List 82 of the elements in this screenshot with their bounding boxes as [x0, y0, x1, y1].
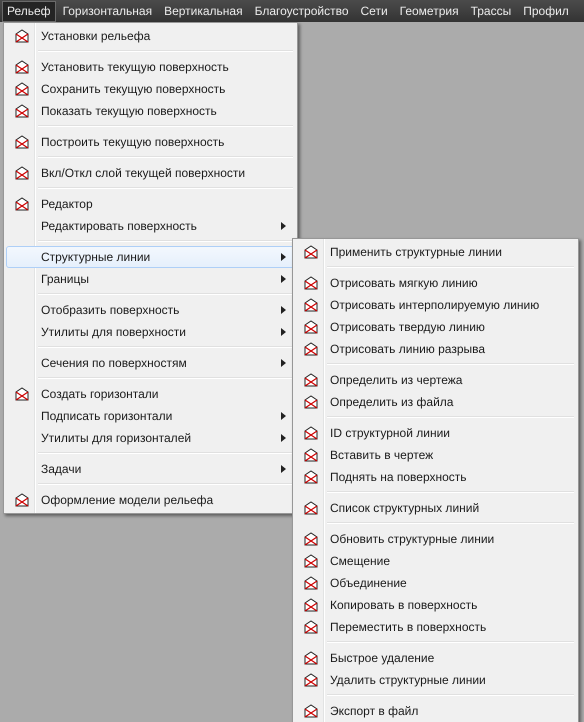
menu-bar-item[interactable]: Сети [356, 0, 393, 22]
surface-icon [14, 165, 30, 181]
menu-item[interactable]: Список структурных линий [295, 497, 576, 519]
surface-icon [303, 341, 319, 357]
surface-icon [303, 672, 319, 688]
menu-bar-item[interactable]: Геометрия [394, 0, 464, 22]
surface-icon [303, 500, 319, 516]
surface-icon [303, 297, 319, 313]
menu-item[interactable]: Редактировать поверхность [6, 215, 295, 237]
surface-icon [14, 134, 30, 150]
surface-icon [303, 447, 319, 463]
surface-icon [303, 650, 319, 666]
surface-icon [303, 575, 319, 591]
surface-icon [303, 703, 319, 719]
surface-icon [14, 103, 30, 119]
surface-icon [14, 59, 30, 75]
menu-item[interactable]: Применить структурные линии [295, 241, 576, 263]
menu-item[interactable]: Сечения по поверхностям [6, 352, 295, 374]
surface-icon [303, 553, 319, 569]
menu-item[interactable]: Отобразить поверхность [6, 299, 295, 321]
surface-icon [303, 319, 319, 335]
surface-icon [14, 196, 30, 212]
menu-item[interactable]: Подписать горизонтали [6, 405, 295, 427]
menu-item[interactable]: Отрисовать интерполируемую линию [295, 294, 576, 316]
menu-item[interactable]: Построить текущую поверхность [6, 131, 295, 153]
menu-item[interactable]: Утилиты для горизонталей [6, 427, 295, 449]
caret-icon [281, 275, 286, 283]
menu-bar-item[interactable]: Трассы [466, 0, 516, 22]
menu-item[interactable]: Утилиты для поверхности [6, 321, 295, 343]
menu-item[interactable]: Вкл/Откл слой текущей поверхности [6, 162, 295, 184]
surface-icon [14, 492, 30, 508]
menu-bar-item[interactable]: Профил [518, 0, 574, 22]
surface-icon [303, 244, 319, 260]
menu-bar-item[interactable]: Вертикальная [159, 0, 248, 22]
menu-item[interactable]: Копировать в поверхность [295, 594, 576, 616]
caret-icon [281, 465, 286, 473]
menu-item[interactable]: Определить из файла [295, 391, 576, 413]
menu-item[interactable]: Отрисовать линию разрыва [295, 338, 576, 360]
menu-item[interactable]: Границы [6, 268, 295, 290]
menu-item[interactable]: Отрисовать мягкую линию [295, 272, 576, 294]
caret-icon [281, 412, 286, 420]
surface-icon [14, 386, 30, 402]
menu-item[interactable]: Создать горизонтали [6, 383, 295, 405]
menu-item[interactable]: Обновить структурные линии [295, 528, 576, 550]
menu-item[interactable]: Структурные линии [6, 246, 295, 268]
surface-icon [303, 619, 319, 635]
caret-icon [281, 222, 286, 230]
menu-item[interactable]: Удалить структурные линии [295, 669, 576, 691]
caret-icon [281, 359, 286, 367]
caret-icon [281, 253, 286, 261]
menu-item[interactable]: Показать текущую поверхность [6, 100, 295, 122]
menu-item[interactable]: Определить из чертежа [295, 369, 576, 391]
menu-bar-item[interactable]: Благоустройство [250, 0, 354, 22]
surface-icon [14, 28, 30, 44]
menu-item[interactable]: Вставить в чертеж [295, 444, 576, 466]
surface-icon [303, 372, 319, 388]
caret-icon [281, 434, 286, 442]
menu-item[interactable]: ID структурной линии [295, 422, 576, 444]
menu-item[interactable]: Объединение [295, 572, 576, 594]
surface-icon [14, 81, 30, 97]
surface-icon [303, 425, 319, 441]
surface-icon [303, 394, 319, 410]
menu-item[interactable]: Экспорт в файл [295, 700, 576, 722]
surface-icon [303, 275, 319, 291]
menu-item[interactable]: Оформление модели рельефа [6, 489, 295, 511]
menu-item[interactable]: Отрисовать твердую линию [295, 316, 576, 338]
menu-item[interactable]: Быстрое удаление [295, 647, 576, 669]
caret-icon [281, 306, 286, 314]
menu-item[interactable]: Установки рельефа [6, 25, 295, 47]
surface-icon [303, 597, 319, 613]
surface-icon [303, 469, 319, 485]
menu-item[interactable]: Переместить в поверхность [295, 616, 576, 638]
menu-item[interactable]: Сохранить текущую поверхность [6, 78, 295, 100]
surface-icon [303, 531, 319, 547]
menu-bar-item[interactable]: Горизонтальная [58, 0, 158, 22]
menu-item[interactable]: Редактор [6, 193, 295, 215]
menu-item[interactable]: Установить текущую поверхность [6, 56, 295, 78]
caret-icon [281, 328, 286, 336]
menu-bar-item[interactable]: Рельеф [2, 0, 56, 22]
menu-item[interactable]: Смещение [295, 550, 576, 572]
menu-item[interactable]: Задачи [6, 458, 295, 480]
menu-item[interactable]: Поднять на поверхность [295, 466, 576, 488]
